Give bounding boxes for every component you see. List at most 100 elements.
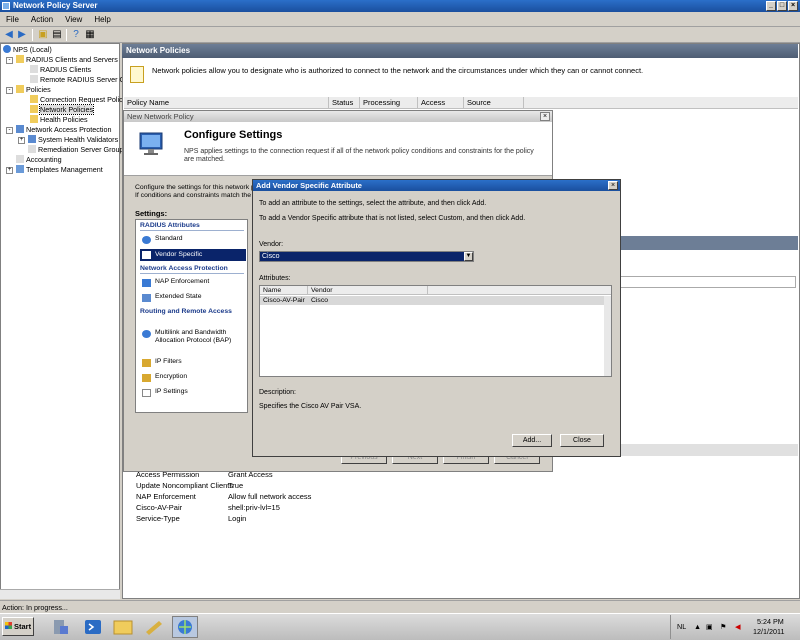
status-bar: Action: In progress...: [0, 600, 800, 613]
vsa-close-icon[interactable]: ×: [608, 181, 618, 190]
menu-view[interactable]: View: [59, 12, 88, 27]
tree-item-templates-management[interactable]: Templates Management: [16, 165, 103, 174]
flag-icon[interactable]: ⚑: [720, 622, 726, 631]
expand-icon[interactable]: +: [6, 167, 13, 174]
server-group-icon: [30, 75, 38, 83]
column-name[interactable]: Name: [260, 286, 308, 295]
description-label: Description:: [259, 389, 296, 396]
up-folder-icon[interactable]: ▣: [37, 29, 49, 40]
volume-icon[interactable]: ◀: [735, 622, 741, 631]
tree-item-connection-request-policies[interactable]: Connection Request Polic: [30, 95, 123, 104]
close-dialog-button[interactable]: Close: [560, 434, 604, 447]
monitor-icon: [139, 132, 163, 155]
show-hide-tree-icon[interactable]: ▤: [51, 29, 63, 40]
attribute-name: Cisco-AV-Pair: [263, 297, 305, 304]
add-button[interactable]: Add...: [512, 434, 552, 447]
window-title-bar[interactable]: Network Policy Server: [0, 0, 800, 12]
back-arrow-icon[interactable]: ◀: [3, 29, 15, 40]
setting-extended-state[interactable]: Extended State: [140, 293, 246, 302]
language-indicator[interactable]: NL: [677, 622, 686, 631]
tree-item-system-health-validators[interactable]: System Health Validators: [28, 135, 118, 144]
windows-logo-icon: [5, 622, 12, 629]
property-row: Service-Type Login: [136, 514, 247, 523]
tree-item-network-policies[interactable]: Network Policies: [30, 104, 95, 115]
tree-item-radius-clients-servers[interactable]: RADIUS Clients and Servers: [16, 55, 118, 64]
setting-nap-enforcement[interactable]: NAP Enforcement: [140, 278, 246, 287]
menu-file[interactable]: File: [0, 12, 25, 27]
nps-taskbar-icon[interactable]: [172, 616, 198, 638]
tree-item-health-policies[interactable]: Health Policies: [30, 115, 88, 124]
tree-item-remediation-server-groups[interactable]: Remediation Server Group: [28, 145, 124, 154]
accounting-icon: [16, 155, 24, 163]
toolbar: ◀ ▶ ▣ ▤ ? ▦: [0, 27, 800, 43]
folder-icon: [30, 115, 38, 123]
server-group-icon: [28, 145, 36, 153]
vendor-dropdown[interactable]: Cisco: [259, 251, 474, 262]
menu-action[interactable]: Action: [25, 12, 59, 27]
column-processing-order[interactable]: Processing Order: [360, 97, 418, 119]
column-source[interactable]: Source: [464, 97, 524, 109]
tree-item-network-access-protection[interactable]: Network Access Protection: [16, 125, 111, 134]
collapse-icon[interactable]: -: [6, 127, 13, 134]
pane-header: Network Policies: [122, 44, 798, 58]
attributes-scrollbar[interactable]: [604, 296, 611, 376]
vsa-instruction-2: To add a Vendor Specific attribute that …: [259, 215, 526, 222]
help-icon[interactable]: ?: [70, 29, 82, 40]
tree-item-accounting[interactable]: Accounting: [16, 155, 62, 164]
folder-icon: [16, 55, 24, 63]
chevron-down-icon[interactable]: ▼: [464, 252, 473, 261]
maximize-button[interactable]: □: [777, 1, 787, 11]
nap-enforcement-icon: [142, 279, 151, 287]
ip-settings-icon: [142, 389, 151, 397]
expand-icon[interactable]: +: [18, 137, 25, 144]
forward-arrow-icon[interactable]: ▶: [16, 29, 28, 40]
close-button[interactable]: ×: [788, 1, 798, 11]
settings-label: Settings:: [135, 209, 168, 218]
nap-icon: [16, 125, 24, 133]
setting-standard[interactable]: Standard: [140, 235, 246, 244]
server-manager-icon[interactable]: [48, 616, 74, 638]
column-policy-name[interactable]: Policy Name: [124, 97, 329, 109]
attributes-list-header: Name Vendor: [260, 286, 611, 295]
attributes-label: Attributes:: [259, 275, 291, 282]
attribute-row[interactable]: Cisco-AV-Pair Cisco: [260, 296, 604, 305]
vsa-dialog-title[interactable]: Add Vendor Specific Attribute: [253, 180, 620, 191]
powershell-icon[interactable]: [80, 616, 106, 638]
nps-app-icon: [2, 2, 10, 10]
collapse-icon[interactable]: -: [6, 57, 13, 64]
clock-time[interactable]: 5:24 PM: [757, 617, 784, 626]
menu-bar: File Action View Help: [0, 12, 800, 27]
templates-icon: [16, 165, 24, 173]
setting-multilink-bap[interactable]: Multilink and Bandwidth Allocation Proto…: [140, 329, 246, 345]
clock-date[interactable]: 12/1/2011: [753, 627, 784, 636]
tree-horizontal-scrollbar[interactable]: [0, 589, 120, 599]
column-vendor[interactable]: Vendor: [308, 286, 428, 295]
wizard-title[interactable]: New Network Policy: [124, 111, 552, 122]
tree-item-remote-radius-server-groups[interactable]: Remote RADIUS Server G: [30, 75, 125, 84]
setting-ip-settings[interactable]: IP Settings: [140, 388, 246, 397]
menu-help[interactable]: Help: [88, 12, 116, 27]
group-routing-remote-access: Routing and Remote Access: [140, 308, 232, 315]
explorer-folder-icon[interactable]: [110, 616, 136, 638]
validator-icon: [28, 135, 36, 143]
properties-icon[interactable]: ▦: [84, 29, 96, 40]
collapse-icon[interactable]: -: [6, 87, 13, 94]
tree-item-radius-clients[interactable]: RADIUS Clients: [30, 65, 91, 74]
network-icon[interactable]: ▣: [706, 622, 713, 631]
property-row: NAP Enforcement Allow full network access: [136, 492, 312, 501]
column-status[interactable]: Status: [329, 97, 360, 109]
setting-ip-filters[interactable]: IP Filters: [140, 358, 246, 367]
folder-icon: [30, 105, 38, 113]
pen-tool-icon[interactable]: [141, 616, 167, 638]
minimize-button[interactable]: _: [766, 1, 776, 11]
tree-item-nps-local[interactable]: NPS (Local): [3, 45, 52, 54]
document-icon: [130, 66, 144, 83]
show-hidden-icons-icon[interactable]: ▲: [694, 622, 701, 631]
setting-vendor-specific[interactable]: Vendor Specific: [140, 249, 246, 261]
column-access-type[interactable]: Access Type: [418, 97, 464, 119]
folder-icon: [30, 95, 38, 103]
multilink-icon: [142, 330, 151, 338]
tree-item-policies[interactable]: Policies: [16, 85, 51, 94]
wizard-close-button[interactable]: ×: [540, 112, 550, 121]
setting-encryption[interactable]: Encryption: [140, 373, 246, 382]
